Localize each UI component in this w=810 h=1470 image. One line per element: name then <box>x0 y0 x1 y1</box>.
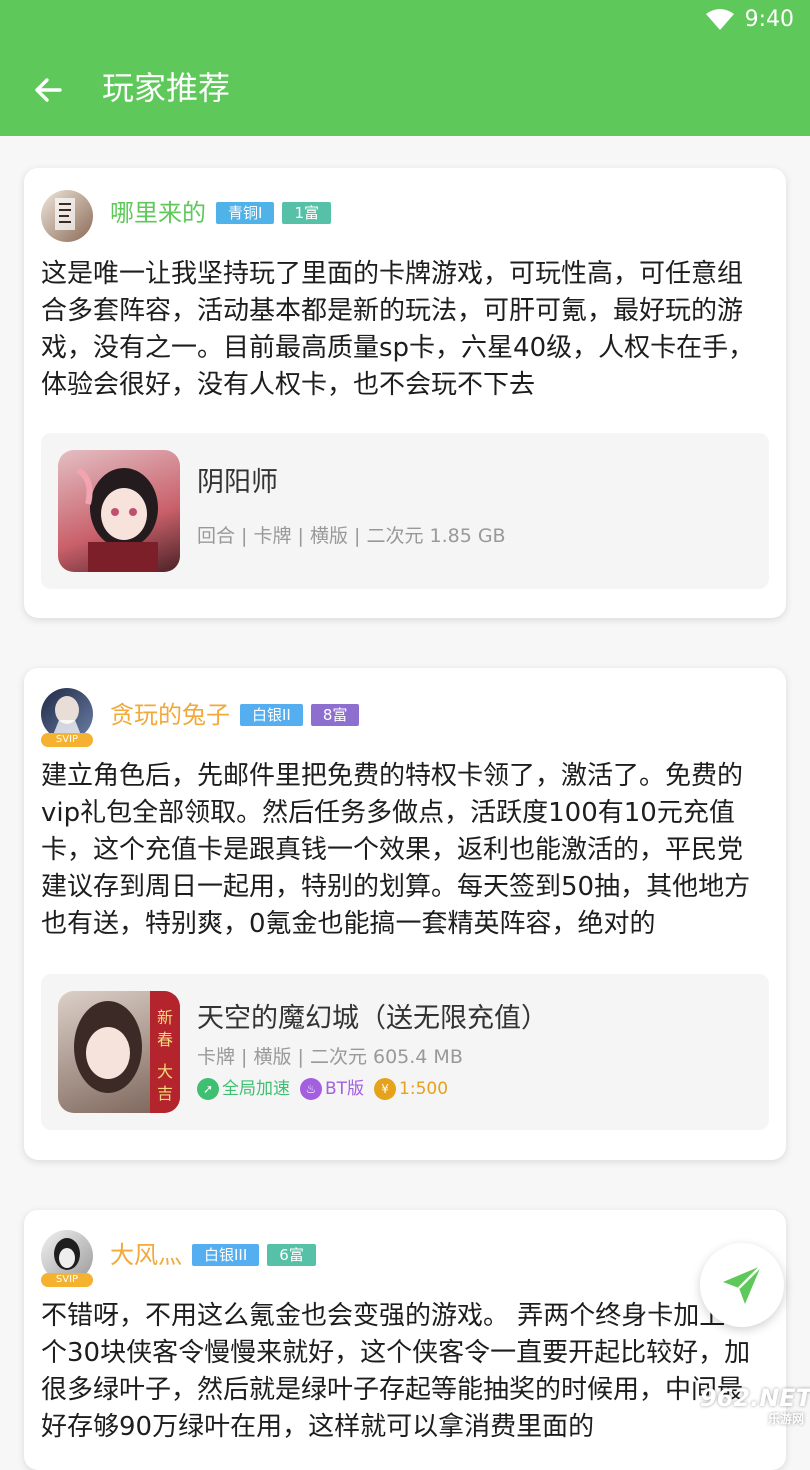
game-card[interactable]: 新 春 大 吉 天空的魔幻城（送无限充值） 卡牌 | 横版 | 二次元 605.… <box>41 974 769 1130</box>
watermark-brand: 962.NET <box>700 1384 810 1412</box>
svg-text:春: 春 <box>157 1030 173 1049</box>
avatar[interactable] <box>41 190 93 242</box>
game-meta: 卡牌 | 横版 | 二次元 605.4 MB <box>197 1046 463 1068</box>
flame-icon: ♨ <box>300 1078 322 1100</box>
tag-bt: ♨ BT版 <box>300 1077 364 1101</box>
svg-text:大: 大 <box>157 1062 173 1081</box>
wealth-badge: 1富 <box>282 202 331 224</box>
user-info: 哪里来的 青铜I 1富 <box>110 198 331 228</box>
game-tags: ➚ 全局加速 ♨ BT版 ¥ 1:500 <box>197 1077 448 1101</box>
user-info: 大风灬 白银III 6富 <box>110 1240 316 1270</box>
write-review-button[interactable] <box>700 1243 784 1327</box>
review-card[interactable]: SVIP 大风灬 白银III 6富 不错呀，不用这么氪金也会变强的游戏。 弄两个… <box>24 1210 786 1470</box>
game-meta: 回合 | 卡牌 | 横版 | 二次元 1.85 GB <box>197 525 506 547</box>
review-text: 不错呀，不用这么氪金也会变强的游戏。 弄两个终身卡加上一个30块侠客令慢慢来就好… <box>41 1301 752 1440</box>
wealth-badge: 6富 <box>267 1244 316 1266</box>
review-text: 这是唯一让我坚持玩了里面的卡牌游戏，可玩性高，可任意组合多套阵容，活动基本都是新… <box>41 259 755 400</box>
rocket-icon: ➚ <box>197 1078 219 1100</box>
coin-icon: ¥ <box>374 1078 397 1100</box>
wifi-icon <box>705 9 734 30</box>
game-icon-image: 新 春 大 吉 <box>58 991 180 1113</box>
username[interactable]: 贪玩的兔子 <box>110 700 230 730</box>
wealth-badge: 8富 <box>310 704 360 726</box>
app-bar: 玩家推荐 <box>0 40 810 136</box>
send-icon <box>723 1265 762 1304</box>
game-icon-image <box>58 450 180 572</box>
status-bar: 9:40 <box>0 0 810 40</box>
level-badge: 白银III <box>192 1244 260 1266</box>
level-badge: 白银II <box>240 704 303 726</box>
site-watermark: 962.NET 乐游网 <box>700 1384 810 1435</box>
user-info: 贪玩的兔子 白银II 8富 <box>110 700 360 730</box>
watermark-sub: 乐游网 <box>767 1412 804 1426</box>
game-card[interactable]: 阴阳师 回合 | 卡牌 | 横版 | 二次元 1.85 GB <box>41 433 769 589</box>
game-name: 阴阳师 <box>197 467 278 498</box>
back-button[interactable] <box>24 66 72 114</box>
game-name: 天空的魔幻城（送无限充值） <box>197 1003 548 1034</box>
svg-text:新: 新 <box>157 1008 173 1027</box>
review-text: 建立角色后，先邮件里把免费的特权卡领了，激活了。免费的vip礼包全部领取。然后任… <box>41 761 751 939</box>
tag-accelerate: ➚ 全局加速 <box>197 1077 290 1101</box>
review-card[interactable]: 哪里来的 青铜I 1富 这是唯一让我坚持玩了里面的卡牌游戏，可玩性高，可任意组合… <box>24 168 786 618</box>
svg-text:吉: 吉 <box>157 1084 173 1103</box>
arrow-left-icon <box>35 78 62 102</box>
level-badge: 青铜I <box>216 202 275 224</box>
page-title: 玩家推荐 <box>102 69 231 107</box>
review-card[interactable]: SVIP 贪玩的兔子 白银II 8富 建立角色后，先邮件里把免费的特权卡领了，激… <box>24 668 786 1160</box>
status-time: 9:40 <box>744 7 794 32</box>
svip-badge: SVIP <box>41 733 93 747</box>
username[interactable]: 大风灬 <box>110 1240 182 1270</box>
username[interactable]: 哪里来的 <box>110 198 206 228</box>
svip-badge: SVIP <box>41 1273 93 1287</box>
tag-recharge: ¥ 1:500 <box>374 1077 448 1101</box>
